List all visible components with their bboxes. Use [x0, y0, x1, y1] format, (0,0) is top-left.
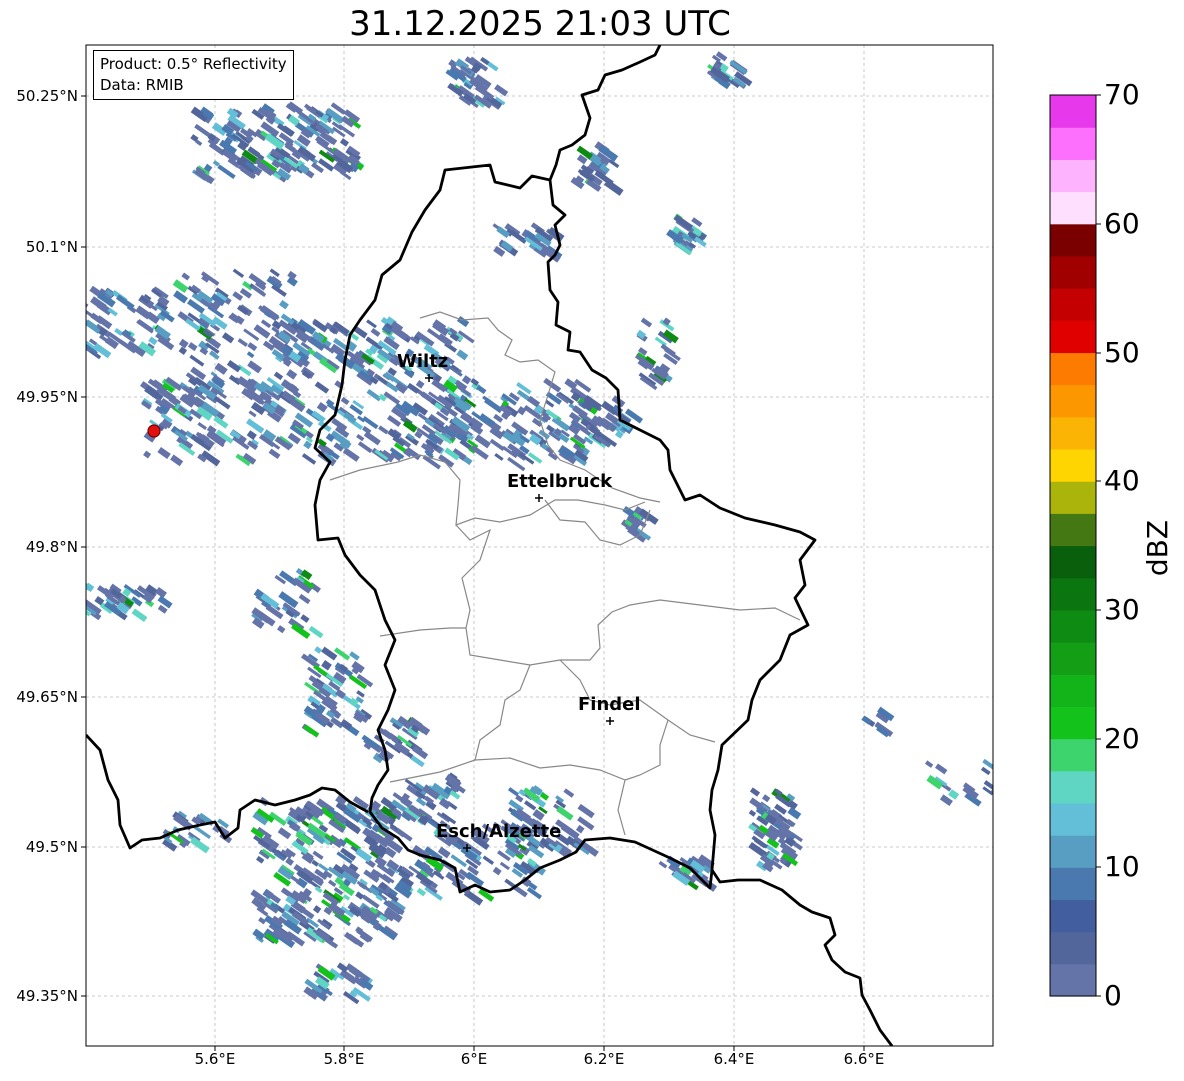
colorbar-segment — [1050, 545, 1096, 579]
colorbar-tick-label: 70 — [1104, 78, 1140, 111]
colorbar-segment — [1050, 802, 1096, 836]
colorbar-segment — [1050, 899, 1096, 933]
city-label-wiltz: Wiltz — [397, 351, 449, 372]
colorbar-segment — [1050, 963, 1096, 997]
colorbar-tick-label: 60 — [1104, 207, 1140, 240]
lon-tick-label: 6.2°E — [583, 1050, 625, 1068]
colorbar-segment — [1050, 481, 1096, 514]
colorbar-segment — [1050, 159, 1096, 193]
colorbar-segment — [1050, 931, 1096, 965]
radar-site-marker — [147, 424, 161, 438]
colorbar-tick-label: 20 — [1104, 722, 1140, 755]
colorbar-segment — [1050, 320, 1096, 354]
data-source-label: Data: RMIB — [100, 76, 184, 94]
colorbar-segment — [1050, 835, 1096, 868]
lon-tick-label: 6.4°E — [713, 1050, 755, 1068]
lat-tick-label: 49.35°N — [16, 987, 78, 1005]
colorbar-segment — [1050, 191, 1096, 225]
city-label-esch: Esch/Alzette — [436, 821, 562, 842]
city-label-ettelbruck: Ettelbruck — [507, 471, 613, 492]
colorbar-segment — [1050, 577, 1096, 611]
lon-tick-label: 6.6°E — [843, 1050, 885, 1068]
colorbar-tick-label: 40 — [1104, 464, 1140, 497]
radar-map — [81, 44, 1101, 1051]
colorbar-segment — [1050, 127, 1096, 160]
colorbar-segment — [1050, 867, 1096, 901]
colorbar-label: dBZ — [1141, 519, 1174, 577]
city-label-findel: Findel — [578, 694, 641, 715]
colorbar — [1050, 95, 1096, 997]
colorbar-tick-label: 0 — [1104, 979, 1122, 1012]
colorbar-segment — [1050, 352, 1096, 386]
colorbar-segment — [1050, 706, 1096, 740]
colorbar-segment — [1050, 288, 1096, 321]
lat-tick-label: 49.95°N — [16, 388, 78, 406]
lon-tick-label: 6°E — [460, 1050, 488, 1068]
lat-tick-label: 49.65°N — [16, 688, 78, 706]
lon-tick-label: 5.8°E — [323, 1050, 365, 1068]
lat-tick-label: 49.8°N — [25, 538, 78, 556]
lat-tick-label: 49.5°N — [25, 838, 78, 856]
colorbar-tick-label: 10 — [1104, 850, 1140, 883]
colorbar-ticks — [1096, 94, 1101, 997]
colorbar-tick-label: 30 — [1104, 593, 1140, 626]
product-label: Product: 0.5° Reflectivity — [100, 55, 287, 73]
colorbar-segment — [1050, 416, 1096, 450]
colorbar-segment — [1050, 674, 1096, 707]
colorbar-segment — [1050, 95, 1096, 128]
colorbar-segment — [1050, 448, 1096, 482]
colorbar-segment — [1050, 223, 1096, 257]
colorbar-segment — [1050, 609, 1096, 643]
colorbar-segment — [1050, 642, 1096, 675]
info-box: Product: 0.5° Reflectivity Data: RMIB — [93, 50, 294, 100]
lat-tick-label: 50.1°N — [25, 238, 78, 256]
colorbar-segment — [1050, 738, 1096, 772]
colorbar-segment — [1050, 255, 1096, 289]
colorbar-segment — [1050, 384, 1096, 418]
map-title: 31.12.2025 21:03 UTC — [349, 4, 731, 44]
lon-tick-label: 5.6°E — [194, 1050, 236, 1068]
colorbar-segment — [1050, 513, 1096, 547]
colorbar-segment — [1050, 770, 1096, 804]
colorbar-tick-label: 50 — [1104, 336, 1140, 369]
lat-tick-label: 50.25°N — [16, 87, 78, 105]
